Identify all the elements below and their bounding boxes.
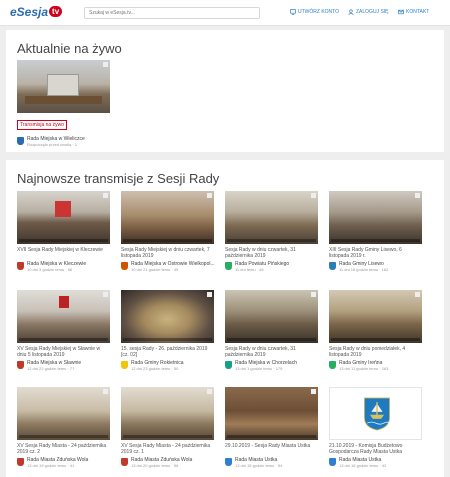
video-thumbnail[interactable] [121,387,214,440]
video-card[interactable]: XV Sesja Rady Miasta - 24 października 2… [121,387,214,468]
video-thumbnail[interactable] [329,387,422,440]
city-crest-icon [363,397,391,431]
video-card[interactable]: Sesja Rady Miejskiej w dniu czwartek, 7 … [121,191,215,272]
video-title[interactable]: Sesja Rady Miejskiej w dniu czwartek, 7 … [121,247,214,259]
live-thumbnail[interactable] [17,60,110,113]
channel-meta: 12 dni 22 godzin temu · 77 [27,366,75,371]
video-card[interactable]: 15. sesja Rady - 26. października 2019 [… [121,290,214,371]
video-title[interactable]: XV Sesja Rady Miasta - 24 października 2… [17,443,110,455]
video-card[interactable]: Sesja Rady w dniu czwartek, 31 październ… [225,191,318,272]
monitor-icon [290,9,296,15]
channel-meta: 11 dni temu · 46 [235,267,264,272]
top-navigation-bar: eSesjatv UTWÓRZ KONTO ZALOGUJ SIĘ KONTAK… [0,0,450,26]
recent-section-title: Najnowsze transmisje z Sesji Rady [17,171,220,186]
channel-meta: 13 dni 19 godzin temu · 41 [27,463,75,468]
channel-meta: 13 dni 16 godzin temu · 42 [339,463,387,468]
recent-section: Najnowsze transmisje z Sesji Rady XVII S… [6,160,444,477]
channel-meta: 13 dni 1 godzin temu · 179 [235,366,283,371]
video-thumbnail[interactable] [225,290,318,343]
channel-meta: 13 dni 15 godzin temu · 54 [235,463,283,468]
search-input[interactable] [84,7,260,19]
video-thumbnail[interactable] [329,290,422,343]
video-thumbnail[interactable] [225,191,318,244]
logo-text: eSesja [10,5,49,19]
logo-badge: tv [49,6,63,17]
crest-icon [329,458,336,466]
crest-icon [17,137,24,145]
video-title[interactable]: XIII Sesja Rady Gminy Lisewo, 6 listopad… [329,247,422,259]
crest-icon [121,361,128,369]
channel-meta: Rozpoczęło przed chwilą · 1 [27,142,78,147]
user-icon [348,9,354,15]
video-title[interactable]: 21.10.2019 - Komisja Budżetowo Gospodarc… [329,443,422,455]
channel-meta: 10 dni 21 godzin temu · 45 [131,267,179,272]
video-card[interactable]: Sesja Rady w dniu poniedziałek, 4 listop… [329,290,422,371]
crest-icon [225,458,232,466]
video-thumbnail[interactable] [121,290,214,343]
channel-meta: 11 dni 16 godzin temu · 162 [339,267,389,272]
crest-icon [121,458,128,466]
crest-icon [17,458,24,466]
video-thumbnail[interactable] [17,387,110,440]
video-card[interactable]: 21.10.2019 - Komisja Budżetowo Gospodarc… [329,387,422,468]
video-card[interactable]: XV Sesja Rady Miasta - 24 października 2… [17,387,110,468]
live-section: Aktualnie na żywo Transmisja na żywo Rad… [6,30,444,152]
channel-meta: 12 dni 23 godzin temu · 50 [131,366,179,371]
video-title[interactable]: Sesja Rady w dniu czwartek, 31 październ… [225,247,318,259]
video-title[interactable]: XVII Sesja Rady Miejskiej w Kleczewie [17,247,110,259]
video-thumbnail[interactable] [121,191,214,244]
create-account-label: UTWÓRZ KONTO [298,9,340,15]
channel-meta: 13 dni 20 godzin temu · 56 [131,463,179,468]
video-title[interactable]: XV Sesja Rady Miejskiej w Sławnie w dniu… [17,346,110,358]
crest-icon [17,262,24,270]
login-label: ZALOGUJ SIĘ [356,9,389,15]
crest-icon [225,262,232,270]
video-title[interactable]: Sesja Rady w dniu poniedziałek, 4 listop… [329,346,422,358]
envelope-icon [398,9,404,15]
video-card[interactable]: Sesja Rady w dniu czwartek, 31 październ… [225,290,318,371]
video-title[interactable]: Sesja Rady w dniu czwartek, 31 październ… [225,346,318,358]
login-link[interactable]: ZALOGUJ SIĘ [348,9,389,15]
contact-link[interactable]: KONTAKT [398,9,429,15]
channel-meta: 10 dni 3 godzin temu · 66 [27,267,73,272]
crest-icon [225,361,232,369]
site-logo[interactable]: eSesja tv [10,5,63,19]
contact-label: KONTAKT [406,9,430,15]
live-card[interactable]: Transmisja na żywo Rada Miejska w Wielic… [17,60,110,147]
create-account-link[interactable]: UTWÓRZ KONTO [290,9,339,15]
video-title[interactable]: 15. sesja Rady - 26. października 2019 [… [121,346,214,358]
video-card[interactable]: XVII Sesja Rady Miejskiej w Kleczewie Ra… [17,191,110,272]
crest-icon [329,361,336,369]
crest-icon [121,262,128,270]
channel-meta: 13 dni 11 godzin temu · 263 [339,366,389,371]
video-thumbnail[interactable] [17,191,110,244]
video-title[interactable]: 29.10.2019 - Sesja Rady Miasta Ustka [225,443,318,455]
video-card[interactable]: XIII Sesja Rady Gminy Lisewo, 6 listopad… [329,191,422,272]
video-card[interactable]: 29.10.2019 - Sesja Rady Miasta Ustka Rad… [225,387,318,468]
video-thumbnail[interactable] [225,387,318,440]
video-thumbnail[interactable] [329,191,422,244]
video-title[interactable]: XV Sesja Rady Miasta - 24 października 2… [121,443,214,455]
video-thumbnail[interactable] [17,290,110,343]
live-status-badge: Transmisja na żywo [17,120,67,130]
video-card[interactable]: XV Sesja Rady Miejskiej w Sławnie w dniu… [17,290,110,371]
crest-icon [17,361,24,369]
live-section-title: Aktualnie na żywo [17,41,122,56]
crest-icon [329,262,336,270]
